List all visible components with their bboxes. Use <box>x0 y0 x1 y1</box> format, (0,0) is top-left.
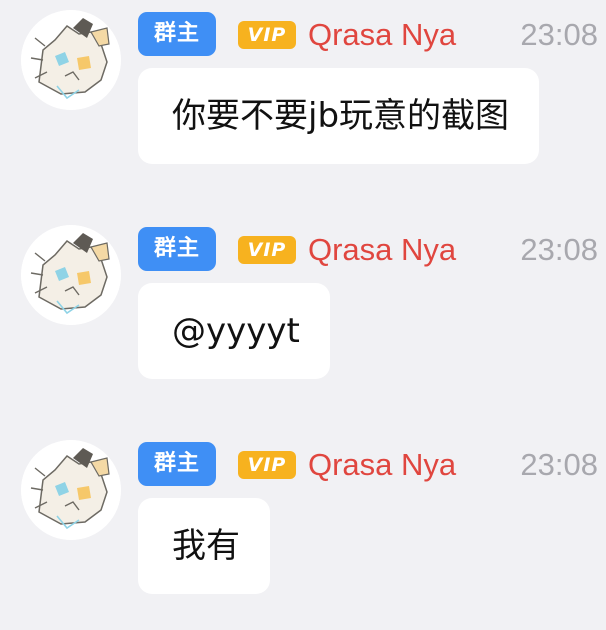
vip-badge: VIP <box>238 21 296 49</box>
avatar[interactable] <box>21 225 121 325</box>
owner-badge: 群主 <box>138 442 216 486</box>
chat-message: 群主 VIP Qrasa Nya 23:08 我有 <box>0 430 606 630</box>
message-time: 23:08 <box>520 447 598 482</box>
avatar-icon <box>21 440 121 540</box>
message-bubble[interactable]: @yyyyt <box>138 283 330 379</box>
sender-nickname[interactable]: Qrasa Nya <box>308 229 456 271</box>
avatar-icon <box>21 10 121 110</box>
chat-message: 群主 VIP Qrasa Nya 23:08 @yyyyt <box>0 215 606 415</box>
vip-badge: VIP <box>238 451 296 479</box>
message-time: 23:08 <box>520 17 598 52</box>
owner-badge: 群主 <box>138 227 216 271</box>
message-bubble[interactable]: 我有 <box>138 498 270 594</box>
avatar[interactable] <box>21 10 121 110</box>
message-header: 群主 VIP Qrasa Nya 23:08 <box>138 440 598 486</box>
message-header: 群主 VIP Qrasa Nya 23:08 <box>138 10 598 56</box>
avatar-icon <box>21 225 121 325</box>
vip-badge: VIP <box>238 236 296 264</box>
sender-nickname[interactable]: Qrasa Nya <box>308 14 456 56</box>
chat-message: 群主 VIP Qrasa Nya 23:08 你要不要jb玩意的截图 <box>0 0 606 200</box>
sender-nickname[interactable]: Qrasa Nya <box>308 444 456 486</box>
message-bubble[interactable]: 你要不要jb玩意的截图 <box>138 68 540 164</box>
owner-badge: 群主 <box>138 12 216 56</box>
message-header: 群主 VIP Qrasa Nya 23:08 <box>138 225 598 271</box>
message-time: 23:08 <box>520 232 598 267</box>
avatar[interactable] <box>21 440 121 540</box>
